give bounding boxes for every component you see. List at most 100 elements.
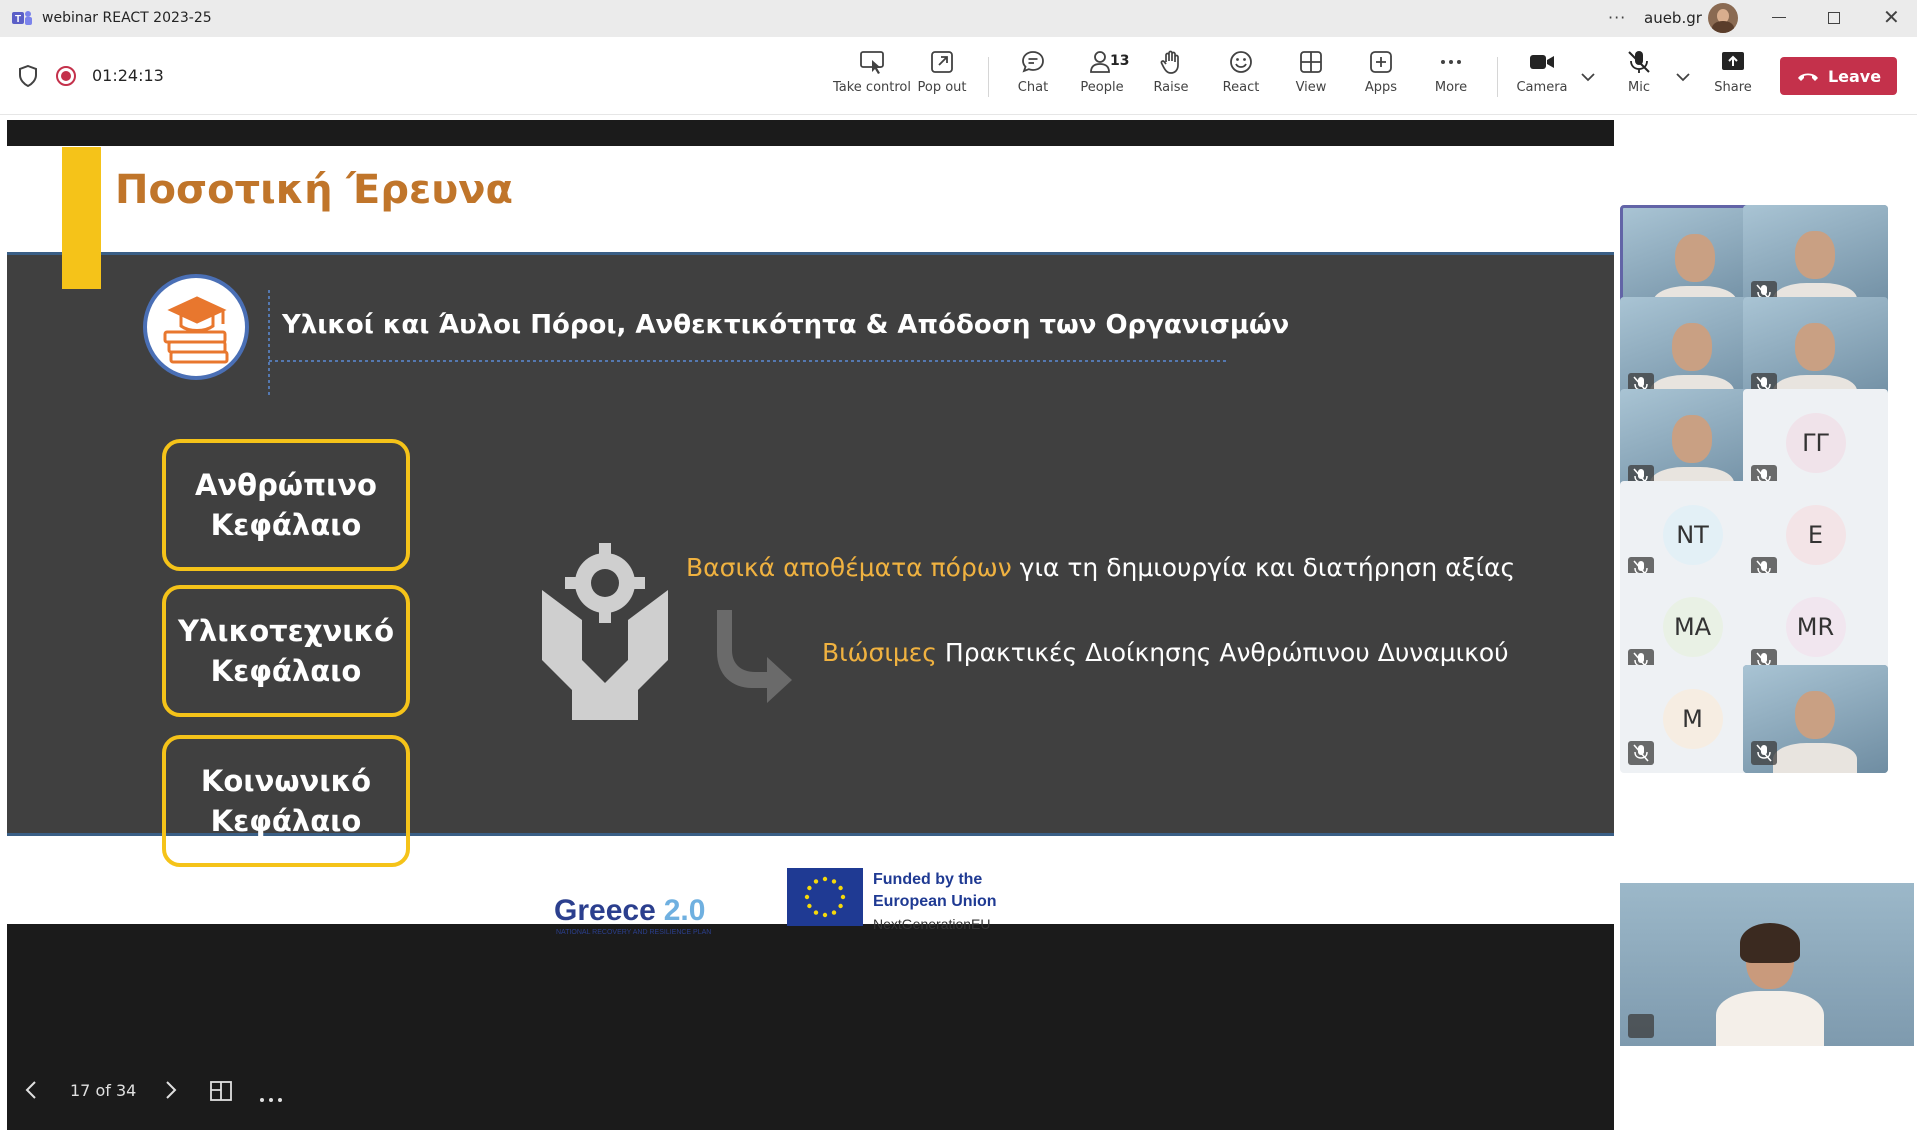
participant-initials-avatar: NT bbox=[1662, 505, 1723, 565]
eu-star bbox=[831, 910, 837, 915]
previous-slide-chevron-left-icon[interactable] bbox=[25, 1080, 37, 1104]
greece-2-0-logo: Greece 2.0 NATIONAL RECOVERY AND RESILIE… bbox=[554, 894, 711, 936]
share-button[interactable]: Share bbox=[1695, 49, 1771, 109]
participant-gallery: ΓΓ NT E MA MR M bbox=[1619, 205, 1917, 905]
account-label[interactable]: aueb.gr bbox=[1644, 9, 1702, 27]
mic-label: Mic bbox=[1628, 80, 1650, 95]
sustainable-text: Πρακτικές Διοίκησης Ανθρώπινου Δυναμικού bbox=[944, 638, 1509, 667]
react-button[interactable]: React bbox=[1203, 49, 1279, 109]
apps-button[interactable]: Apps bbox=[1343, 49, 1419, 109]
shield-icon[interactable] bbox=[18, 64, 38, 91]
share-icon bbox=[1722, 52, 1744, 70]
participant-body bbox=[1773, 743, 1857, 773]
eu-flag-icon bbox=[787, 868, 863, 926]
eu-star bbox=[804, 894, 810, 900]
participant-initials-avatar: M bbox=[1662, 689, 1723, 749]
apps-icon bbox=[1370, 51, 1392, 73]
chat-label: Chat bbox=[1017, 80, 1049, 95]
sustainable-practices-line: Βιώσιμες Πρακτικές Διοίκησης Ανθρώπινου … bbox=[822, 638, 1509, 667]
eu-funding-line1: Funded by the bbox=[873, 871, 982, 888]
eu-star bbox=[813, 879, 819, 884]
resource-stocks-line: Βασικά αποθέματα πόρων για τη δημιουργία… bbox=[686, 553, 1515, 582]
participant-head bbox=[1795, 691, 1835, 739]
eu-star bbox=[822, 912, 828, 918]
people-label: People bbox=[1080, 80, 1124, 95]
leave-label: Leave bbox=[1827, 66, 1882, 86]
mic-button[interactable]: Mic bbox=[1601, 49, 1677, 109]
eu-star bbox=[807, 903, 812, 909]
teams-logo-icon: T bbox=[12, 9, 32, 27]
capital-box-material: Υλικοτεχνικό Κεφάλαιο bbox=[162, 585, 410, 717]
people-button[interactable]: 13 People bbox=[1064, 49, 1140, 109]
eu-star bbox=[813, 910, 819, 915]
eu-funding-line3: NextGenerationEU bbox=[873, 916, 991, 932]
resource-stocks-highlight: Βασικά αποθέματα πόρων bbox=[686, 553, 1012, 582]
chat-icon bbox=[1022, 51, 1044, 73]
raise-hand-label: Raise bbox=[1153, 80, 1189, 95]
view-button[interactable]: View bbox=[1273, 49, 1349, 109]
mic-off-icon bbox=[1628, 51, 1650, 73]
shared-slide: Greece 2.0 NATIONAL RECOVERY AND RESILIE… bbox=[7, 120, 1614, 1052]
window-more-button[interactable]: ··· bbox=[1608, 8, 1626, 27]
participant-head bbox=[1795, 323, 1835, 371]
slide-more-options-icon[interactable] bbox=[259, 1088, 283, 1107]
slide-title: Ποσοτική Έρευνα bbox=[115, 167, 513, 213]
raise-hand-icon bbox=[1160, 50, 1179, 74]
mic-off-icon bbox=[1628, 1014, 1654, 1038]
more-button[interactable]: More bbox=[1413, 49, 1489, 109]
participant-initials-avatar: E bbox=[1785, 505, 1846, 565]
capital-box-line: Ανθρώπινο bbox=[194, 468, 377, 502]
view-grid-icon bbox=[1300, 51, 1322, 73]
restore-icon[interactable] bbox=[1828, 12, 1840, 24]
participant-tile[interactable] bbox=[1743, 665, 1888, 773]
slide-grid-icon[interactable] bbox=[209, 1080, 233, 1106]
view-label: View bbox=[1295, 80, 1327, 95]
camera-options-chevron-down-icon[interactable] bbox=[1581, 67, 1595, 86]
capital-box-social: Κοινωνικό Κεφάλαιο bbox=[162, 735, 410, 867]
chat-button[interactable]: Chat bbox=[995, 49, 1071, 109]
camera-icon bbox=[1530, 55, 1554, 69]
participant-head bbox=[1672, 323, 1712, 371]
capital-box-line: Κεφάλαιο bbox=[210, 804, 362, 838]
svg-text:T: T bbox=[15, 14, 21, 25]
meeting-timer: 01:24:13 bbox=[92, 66, 164, 85]
pop-out-button[interactable]: Pop out bbox=[904, 49, 980, 109]
eu-star bbox=[807, 885, 812, 891]
resource-stocks-text: για τη δημιουργία και διατήρηση αξίας bbox=[1019, 553, 1516, 582]
participant-head bbox=[1675, 234, 1715, 282]
featured-person-body bbox=[1716, 991, 1824, 1046]
close-icon[interactable]: ✕ bbox=[1883, 6, 1900, 28]
take-control-icon bbox=[860, 51, 884, 74]
capital-box-human: Ανθρώπινο Κεφάλαιο bbox=[162, 439, 410, 571]
mic-options-chevron-down-icon[interactable] bbox=[1676, 67, 1690, 86]
participant-initials-avatar: MA bbox=[1662, 597, 1723, 657]
apps-label: Apps bbox=[1364, 80, 1398, 95]
featured-participant-tile[interactable] bbox=[1620, 883, 1914, 1046]
greece-logo-word: Greece bbox=[554, 894, 656, 927]
toolbar-divider bbox=[988, 57, 989, 97]
slide-subtitle: Υλικοί και Άυλοι Πόροι, Ανθεκτικότητα & … bbox=[282, 310, 1290, 340]
window-title: webinar REACT 2023-25 bbox=[42, 10, 212, 26]
camera-button[interactable]: Camera bbox=[1504, 49, 1580, 109]
next-slide-chevron-right-icon[interactable] bbox=[165, 1080, 177, 1104]
pop-out-label: Pop out bbox=[917, 80, 967, 95]
react-label: React bbox=[1222, 80, 1260, 95]
eu-star bbox=[831, 879, 837, 884]
participant-initials-avatar: ΓΓ bbox=[1785, 413, 1846, 473]
recording-indicator-icon bbox=[56, 66, 76, 86]
react-icon bbox=[1230, 51, 1252, 73]
mic-off-icon bbox=[1628, 741, 1654, 765]
eu-star bbox=[838, 903, 843, 909]
sustainable-highlight: Βιώσιμες bbox=[822, 638, 937, 667]
minimize-icon[interactable] bbox=[1772, 17, 1786, 18]
eu-star bbox=[840, 894, 846, 900]
toolbar-divider bbox=[1497, 57, 1498, 97]
mic-off-icon bbox=[1751, 741, 1777, 765]
window-title-bar: T webinar REACT 2023-25 ··· aueb.gr ✕ bbox=[0, 0, 1917, 37]
raise-hand-button[interactable]: Raise bbox=[1133, 49, 1209, 109]
people-count: 13 bbox=[1110, 53, 1130, 69]
account-avatar[interactable] bbox=[1708, 3, 1738, 33]
slide-position: 17 of 34 bbox=[70, 1081, 137, 1100]
participant-head bbox=[1795, 231, 1835, 279]
leave-button[interactable]: Leave bbox=[1780, 57, 1897, 95]
